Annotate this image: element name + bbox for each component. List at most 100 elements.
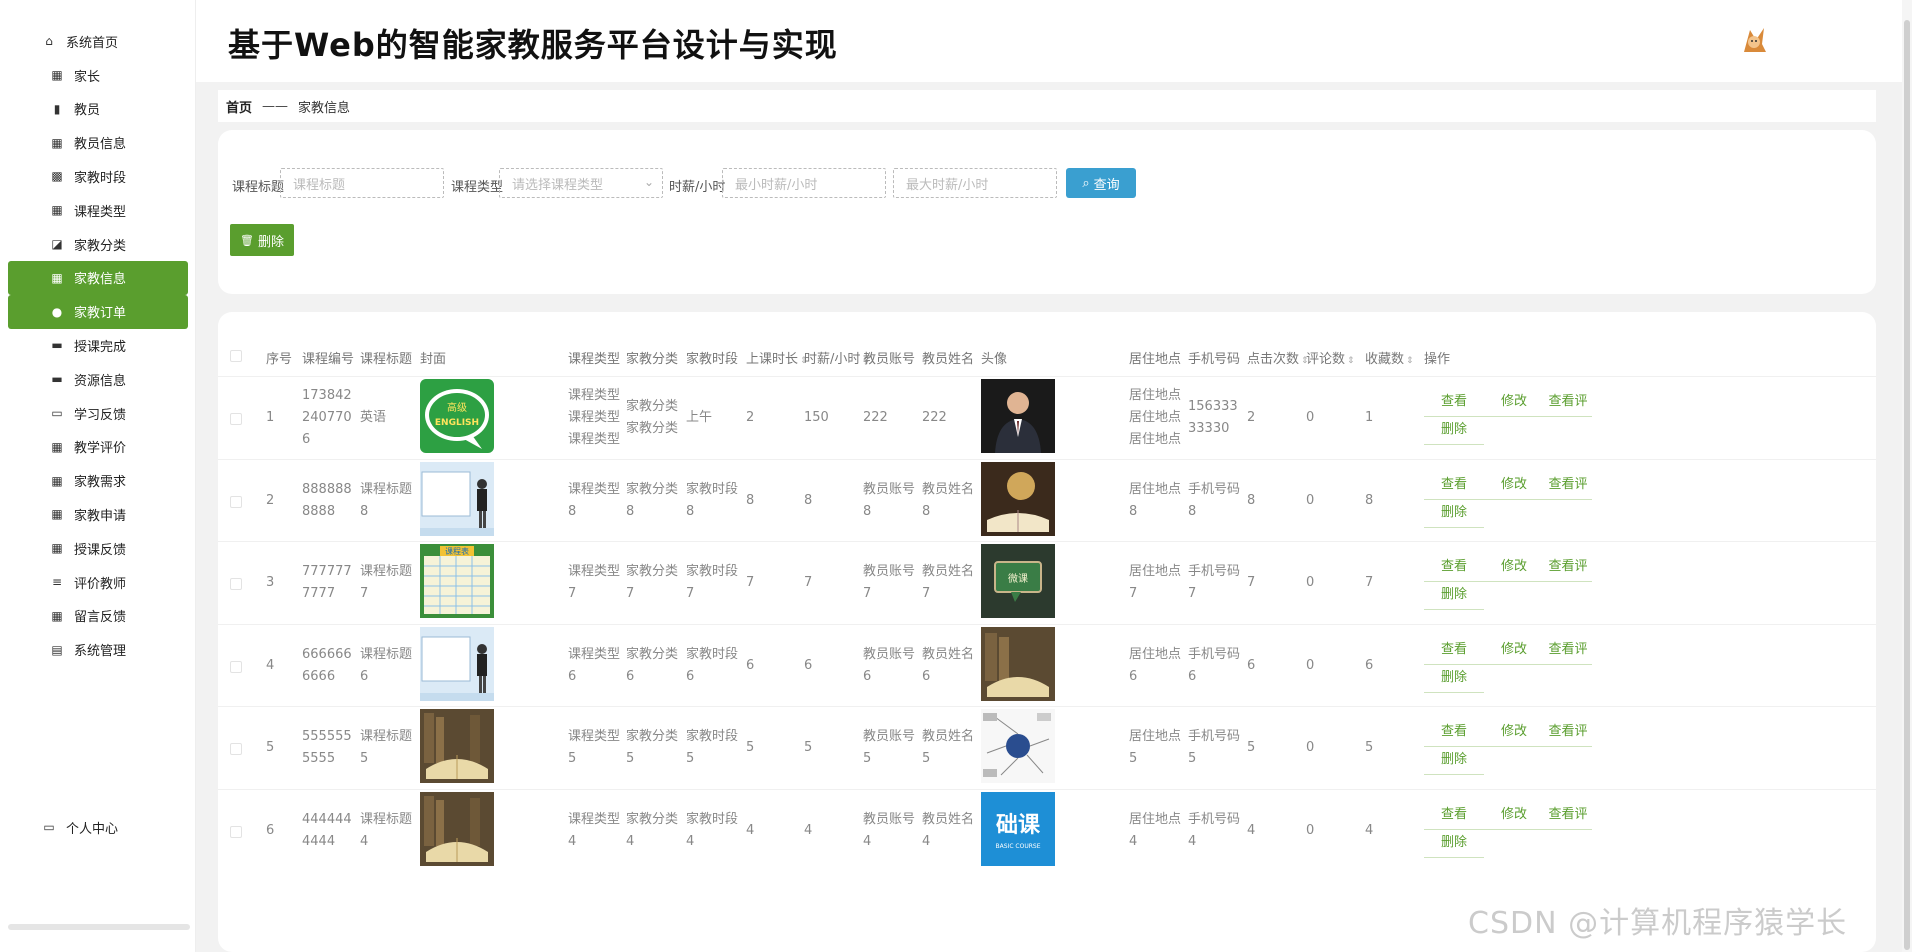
delete-button[interactable]: 删除	[1424, 667, 1484, 693]
edit-button[interactable]: 修改	[1484, 556, 1544, 583]
batch-delete-button[interactable]: 🗑 删除	[230, 224, 294, 256]
table-row: 6 4444444444 课程标题4 课程类型4 家教分类4 家教时段4 4 4 教员账号4 教员…	[218, 789, 1876, 871]
edit-button[interactable]: 修改	[1484, 639, 1544, 665]
min-wage-input[interactable]: 最小时薪/小时	[722, 168, 886, 198]
view-button[interactable]: 查看	[1424, 804, 1484, 830]
title-input[interactable]: 课程标题	[280, 168, 444, 198]
delete-button[interactable]: 删除	[1424, 832, 1484, 858]
teacher-avatar-image	[981, 461, 1071, 552]
sidebar-scrollbar[interactable]	[8, 924, 190, 930]
sidebar-item[interactable]: ≡ 评价教师	[8, 565, 188, 599]
cell-text: 家教分类5	[626, 729, 679, 767]
edit-button[interactable]: 修改	[1484, 391, 1544, 417]
column-header[interactable]: 上课时长 ⇕	[746, 348, 808, 367]
type-select[interactable]: 请选择课程类型 ⌄	[499, 168, 663, 198]
sidebar-item[interactable]: ▦ 授课反馈	[8, 531, 188, 565]
cell-text: 家教分类6	[626, 646, 679, 684]
sidebar-item-personal[interactable]: ▭ 个人中心	[8, 810, 188, 844]
view-review-button[interactable]: 查看评	[1544, 391, 1592, 417]
view-button[interactable]: 查看	[1424, 556, 1484, 583]
cover-image	[420, 461, 510, 552]
column-header: 家教时段	[686, 348, 738, 367]
delete-button[interactable]: 删除	[1424, 584, 1484, 611]
page-scrollbar[interactable]	[1902, 0, 1912, 952]
table-cell: 家教时段8	[686, 460, 738, 542]
table-cell: 8	[746, 460, 798, 542]
view-button[interactable]: 查看	[1424, 639, 1484, 665]
delete-button[interactable]: 删除	[1424, 502, 1484, 528]
query-button[interactable]: ⌕ 查询	[1066, 168, 1136, 198]
sidebar-item[interactable]: ▬ 资源信息	[8, 362, 188, 396]
sidebar-item[interactable]: ● 家教订单	[8, 294, 188, 329]
column-header[interactable]: 评论数 ⇕	[1306, 348, 1355, 367]
edit-button[interactable]: 修改	[1484, 721, 1544, 748]
table-cell: 0	[1306, 625, 1358, 707]
sidebar-item[interactable]: ▩ 家教时段	[8, 159, 188, 193]
view-review-button[interactable]: 查看评	[1544, 721, 1592, 748]
row-checkbox[interactable]	[230, 413, 242, 425]
sidebar-item[interactable]: ▦ 家长	[8, 58, 188, 92]
view-button[interactable]: 查看	[1424, 721, 1484, 748]
cell-text: 课程类型课程类型课程类型	[568, 388, 621, 447]
cell-text: 7	[1247, 575, 1256, 591]
table-cell: 手机号码8	[1188, 460, 1240, 542]
sidebar-item[interactable]: ▦ 家教需求	[8, 464, 188, 498]
cell-text: 家教分类8	[626, 481, 679, 519]
cell-text: 222	[922, 410, 947, 425]
row-checkbox[interactable]	[230, 660, 242, 673]
user-avatar[interactable]	[1736, 22, 1772, 58]
scrollbar-thumb[interactable]	[1904, 20, 1910, 950]
delete-button[interactable]: 删除	[1424, 419, 1484, 445]
table-cell: 教员姓名5	[922, 707, 974, 789]
table-cell: 家教分类4	[626, 790, 678, 872]
sidebar-item[interactable]: ▮ 教员	[8, 92, 188, 126]
sidebar-item[interactable]: ▬ 授课完成	[8, 328, 188, 362]
sidebar-item[interactable]: ◪ 家教分类	[8, 227, 188, 261]
view-button[interactable]: 查看	[1424, 474, 1484, 500]
table-cell: 0	[1306, 460, 1358, 542]
cell-text: 0	[1306, 575, 1315, 591]
view-review-button[interactable]: 查看评	[1544, 474, 1592, 500]
view-review-button[interactable]: 查看评	[1544, 556, 1592, 583]
sort-icon[interactable]: ⇕	[1347, 356, 1355, 366]
delete-button[interactable]: 删除	[1424, 749, 1484, 776]
sidebar-item-home[interactable]: ⌂ 系统首页	[8, 24, 188, 58]
row-checkbox[interactable]	[230, 578, 242, 591]
cell-text: 家教时段5	[686, 729, 739, 767]
sidebar-item[interactable]: ▦ 课程类型	[8, 193, 188, 227]
select-all-checkbox[interactable]	[230, 350, 242, 362]
cell-text: 5	[804, 740, 813, 756]
column-header[interactable]: 点击次数 ⇕	[1247, 348, 1309, 367]
sidebar-item-label: 家教申请	[74, 508, 127, 524]
row-checkbox[interactable]	[230, 495, 242, 508]
cell-text: 1738422407706	[302, 388, 352, 447]
column-header[interactable]: 时薪/小时 ⇕	[804, 348, 870, 367]
sidebar-item[interactable]: ▭ 学习反馈	[8, 396, 188, 430]
edit-button[interactable]: 修改	[1484, 804, 1544, 830]
sidebar-item-label: 家教需求	[74, 475, 127, 491]
breadcrumb-home[interactable]: 首页	[226, 97, 252, 116]
sort-icon[interactable]: ⇕	[1406, 356, 1414, 366]
row-checkbox[interactable]	[230, 826, 242, 838]
view-button[interactable]: 查看	[1424, 391, 1484, 417]
sliders-icon: ≡	[51, 575, 63, 589]
column-header: 封面	[420, 348, 446, 367]
row-checkbox[interactable]	[230, 743, 242, 756]
sidebar-item[interactable]: ▦ 家教申请	[8, 497, 188, 531]
grid-icon: ▦	[51, 608, 63, 623]
max-wage-input[interactable]: 最大时薪/小时	[893, 168, 1057, 198]
table-cell: 手机号码4	[1188, 790, 1240, 872]
view-review-button[interactable]: 查看评	[1544, 804, 1592, 830]
cell-text: 课程类型4	[568, 812, 621, 849]
cell-text: 居住地点6	[1129, 646, 1182, 684]
edit-button[interactable]: 修改	[1484, 474, 1544, 500]
sidebar-item[interactable]: ▦ 留言反馈	[8, 599, 188, 633]
view-review-button[interactable]: 查看评	[1544, 639, 1592, 665]
grid-icon: ▦	[51, 203, 63, 218]
sidebar-item[interactable]: ▦ 教学评价	[8, 430, 188, 464]
sidebar-item[interactable]: ▦ 家教信息	[8, 260, 188, 295]
column-header[interactable]: 收藏数 ⇕	[1365, 348, 1414, 367]
sidebar-item[interactable]: ▤ 系统管理	[8, 633, 188, 667]
table-cell: 1738422407706	[302, 377, 354, 459]
sidebar-item[interactable]: ▦ 教员信息	[8, 126, 188, 160]
